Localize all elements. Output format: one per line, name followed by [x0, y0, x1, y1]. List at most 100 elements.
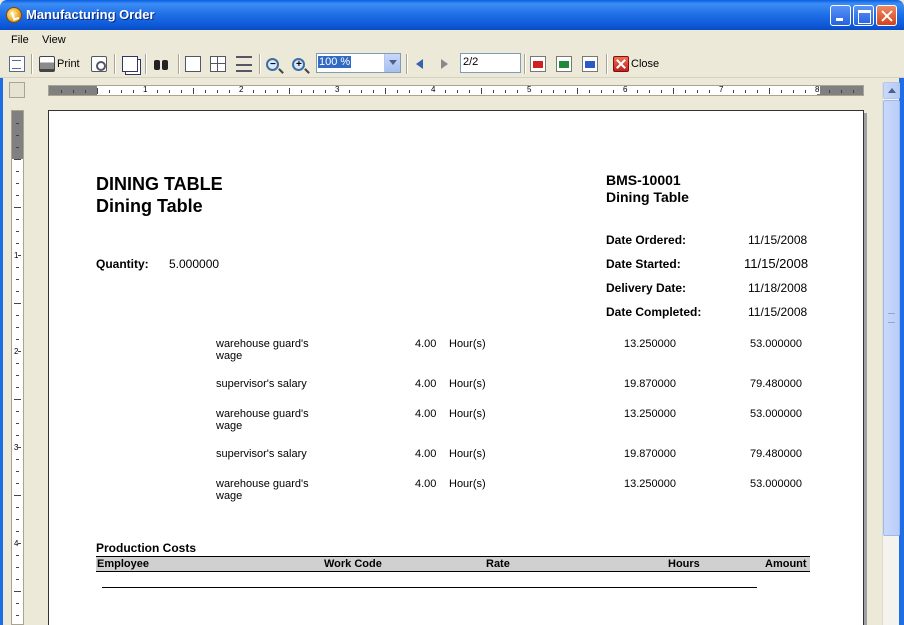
maximize-button[interactable] [853, 5, 874, 26]
toggle-thumbnails-button[interactable] [9, 54, 25, 74]
ruler-tick [301, 90, 302, 93]
date-label: Date Started: [606, 257, 681, 271]
ruler-tick [349, 90, 350, 93]
ruler-tick [169, 90, 170, 93]
page-number-input[interactable]: 2/2 [460, 53, 521, 73]
zoom-out-button[interactable]: − [266, 54, 279, 74]
line-name: supervisor's salary [216, 378, 307, 390]
line-amount: 53.000000 [750, 408, 802, 420]
ruler-tick [16, 195, 19, 196]
ruler-tick [697, 90, 698, 93]
title-bar[interactable]: Manufacturing Order [0, 0, 904, 30]
line-qty: 4.00 [415, 448, 437, 460]
previous-page-button[interactable] [412, 54, 428, 74]
ruler-tick [757, 90, 758, 93]
ruler-tick [14, 495, 21, 496]
excel-icon [556, 56, 572, 72]
ruler-tick [517, 90, 518, 93]
ruler-tick [16, 411, 19, 412]
continuous-button[interactable] [236, 54, 252, 74]
close-preview-button[interactable]: Close [613, 54, 659, 74]
ruler-tick [16, 423, 19, 424]
print-button[interactable]: Print [39, 54, 80, 74]
ruler-tick [14, 159, 21, 160]
menu-view[interactable]: View [42, 34, 66, 46]
ruler-tick [613, 90, 614, 93]
ruler-number: 7 [718, 85, 725, 94]
ruler-tick [16, 339, 19, 340]
product-name: Dining Table [96, 196, 203, 216]
find-button[interactable] [153, 54, 169, 74]
ruler-tick [16, 123, 19, 124]
toolbar-separator [145, 54, 146, 74]
ruler-tick [361, 90, 362, 93]
ruler-tick [16, 243, 19, 244]
ruler-tick [181, 90, 182, 93]
vertical-scrollbar[interactable] [882, 82, 900, 625]
rtf-icon [582, 56, 598, 72]
export-pdf-button[interactable] [530, 54, 546, 74]
ruler-tick [16, 183, 19, 184]
chevron-down-icon[interactable] [384, 54, 400, 72]
ruler-tick [409, 90, 410, 93]
ruler-tick [193, 88, 194, 94]
toolbar-separator [524, 54, 525, 74]
arrow-right-icon [436, 56, 452, 72]
single-page-button[interactable] [185, 54, 201, 74]
zoom-select[interactable]: 100 % [316, 53, 401, 73]
ruler-tick [313, 90, 314, 93]
report-page: DINING TABLE Dining Table BMS-10001 Dini… [48, 110, 864, 625]
ruler-tick [121, 90, 122, 93]
zoom-value: 100 % [318, 56, 352, 68]
ruler-tick [649, 90, 650, 93]
ruler-tick [16, 567, 19, 568]
ruler-tick [61, 90, 62, 93]
ruler-tick [709, 90, 710, 93]
column-hours: Hours [668, 558, 700, 570]
ruler-tick [229, 90, 230, 93]
line-name: warehouse guard's wage [216, 338, 309, 362]
ruler-tick [481, 88, 482, 94]
production-costs-header: Employee Work Code Rate Hours Amount [96, 556, 810, 572]
order-product: Dining Table [606, 189, 689, 205]
menu-file[interactable]: File [11, 34, 29, 46]
next-page-button[interactable] [436, 54, 452, 74]
preview-area[interactable]: DINING TABLE Dining Table BMS-10001 Dini… [27, 98, 881, 625]
minimize-button[interactable] [830, 5, 851, 26]
ruler-tick [733, 90, 734, 93]
multi-page-icon [210, 56, 226, 72]
multi-page-button[interactable] [210, 54, 226, 74]
ruler-tick [16, 135, 19, 136]
single-page-icon [185, 56, 201, 72]
ruler-tick [589, 90, 590, 93]
ruler-tick [109, 90, 110, 93]
binoculars-icon [153, 56, 169, 72]
toolbar-separator [606, 54, 607, 74]
line-qty: 4.00 [415, 338, 437, 350]
ruler-tick [265, 90, 266, 93]
scroll-thumb[interactable] [883, 100, 900, 536]
export-excel-button[interactable] [556, 54, 572, 74]
ruler-tick [16, 507, 19, 508]
scroll-up-button[interactable] [883, 82, 900, 99]
line-qty: 4.00 [415, 478, 437, 490]
ruler-tick [661, 90, 662, 93]
page-setup-button[interactable] [91, 54, 107, 74]
ruler-number: 1 [142, 85, 149, 94]
ruler-number: 5 [526, 85, 533, 94]
ruler-tick [16, 327, 19, 328]
ruler-tick [493, 90, 494, 93]
zoom-in-button[interactable]: + [292, 54, 305, 74]
ruler-tick [16, 519, 19, 520]
export-rtf-button[interactable] [582, 54, 598, 74]
copy-button[interactable] [122, 54, 138, 74]
ruler-tick [841, 90, 842, 93]
close-window-button[interactable] [876, 5, 897, 26]
ruler-tick [16, 219, 19, 220]
ruler-tick [373, 90, 374, 93]
ruler-tick [445, 90, 446, 93]
ruler-tick [16, 471, 19, 472]
toolbar-separator [178, 54, 179, 74]
ruler-tick [16, 531, 19, 532]
ruler-tick [277, 90, 278, 93]
